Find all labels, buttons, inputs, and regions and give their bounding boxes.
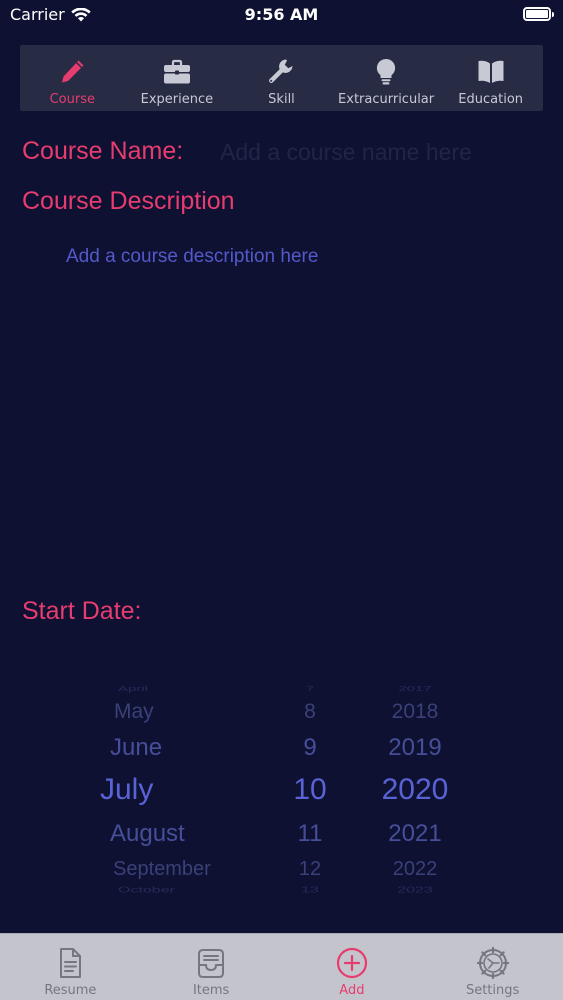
year-option[interactable]: 2021 (350, 820, 480, 848)
tab-resume-label: Resume (44, 983, 97, 998)
status-time: 9:56 AM (244, 5, 319, 24)
book-icon (478, 60, 504, 83)
course-description-label: Course Description (22, 187, 235, 215)
tab-extracurricular[interactable]: Extracurricular (334, 45, 439, 111)
year-option-selected[interactable]: 2020 (350, 773, 480, 807)
category-tab-bar: Course Experience Skill Extracurricular … (20, 45, 543, 111)
day-option[interactable]: 9 (270, 734, 350, 762)
day-option-selected[interactable]: 10 (270, 773, 350, 807)
tab-experience[interactable]: Experience (125, 45, 230, 111)
battery-icon (523, 7, 554, 21)
tab-settings-label: Settings (465, 983, 520, 998)
tab-course-label: Course (49, 92, 95, 107)
day-wheel[interactable]: 7 8 9 10 11 12 13 (270, 672, 350, 907)
status-bar: Carrier 9:56 AM (0, 0, 563, 30)
day-option[interactable]: 7 (270, 685, 350, 694)
month-option-selected[interactable]: July (100, 773, 290, 807)
tab-items[interactable]: Items (141, 934, 282, 1000)
bottom-tab-bar: Resume Items Add Settings (0, 933, 563, 1000)
pencil-icon (62, 60, 84, 83)
tab-education-label: Education (458, 92, 524, 107)
start-date-picker[interactable]: April May June July August September Oct… (0, 672, 563, 907)
day-option[interactable]: 13 (270, 886, 350, 895)
course-name-input[interactable] (220, 136, 540, 168)
tab-course[interactable]: Course (20, 45, 125, 111)
year-wheel[interactable]: 2017 2018 2019 2020 2021 2022 2023 (350, 672, 480, 907)
wrench-icon (269, 59, 293, 83)
day-option[interactable]: 8 (270, 700, 350, 724)
tab-add-label: Add (339, 983, 365, 998)
plus-circle-icon (336, 947, 367, 979)
tab-skill-label: Skill (268, 92, 295, 107)
tab-items-label: Items (192, 983, 230, 998)
year-option[interactable]: 2019 (350, 734, 480, 762)
month-wheel[interactable]: April May June July August September Oct… (80, 672, 270, 907)
gear-icon (476, 946, 509, 980)
lightbulb-icon (376, 58, 396, 85)
tab-add[interactable]: Add (282, 934, 423, 1000)
year-option[interactable]: 2022 (350, 858, 480, 881)
briefcase-icon (163, 59, 190, 84)
document-icon (60, 948, 82, 978)
inbox-tray-icon (198, 949, 225, 978)
tab-education[interactable]: Education (438, 45, 543, 111)
add-course-screen: Carrier 9:56 AM Course Experience Skill … (0, 0, 563, 1000)
start-date-label: Start Date: (22, 597, 142, 625)
tab-experience-label: Experience (140, 92, 214, 107)
year-option[interactable]: 2017 (350, 685, 480, 694)
course-description-input[interactable] (62, 242, 532, 572)
day-option[interactable]: 12 (270, 858, 350, 881)
year-option[interactable]: 2023 (350, 886, 480, 895)
course-name-label: Course Name: (22, 137, 184, 165)
tab-extracurricular-label: Extracurricular (338, 92, 435, 107)
day-option[interactable]: 11 (270, 820, 350, 848)
tab-resume[interactable]: Resume (0, 934, 141, 1000)
tab-settings[interactable]: Settings (422, 934, 563, 1000)
tab-skill[interactable]: Skill (229, 45, 334, 111)
year-option[interactable]: 2018 (350, 700, 480, 724)
